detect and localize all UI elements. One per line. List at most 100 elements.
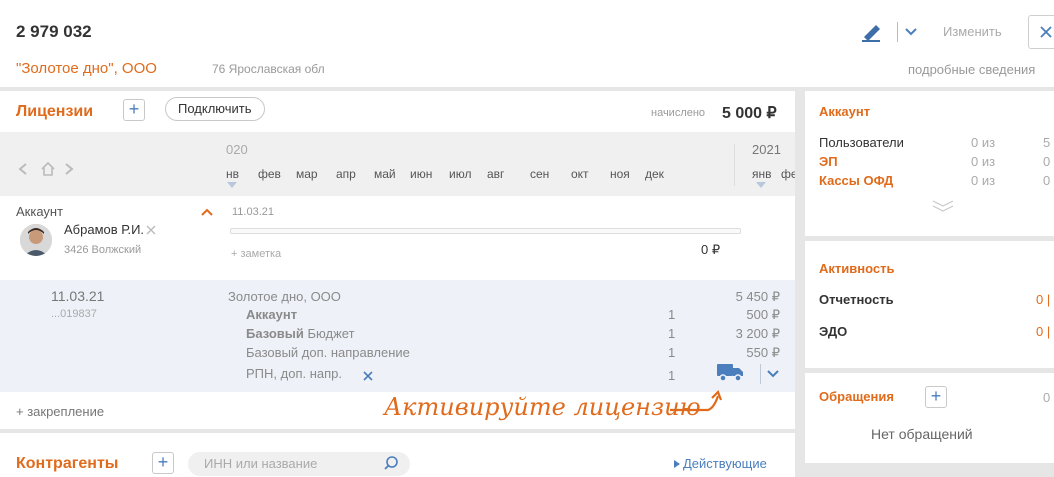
account-panel-title: Аккаунт	[819, 104, 871, 119]
licenses-title: Лицензии	[16, 103, 94, 120]
order-item-qty: 1	[668, 345, 676, 360]
company-name[interactable]: "Золотое дно", ООО	[16, 60, 157, 77]
order-item-price: 500 ₽	[746, 307, 780, 322]
expand-chevron-icon[interactable]	[931, 199, 955, 213]
contractors-card: Контрагенты + ИНН или название Действующ…	[0, 433, 795, 477]
account-row-label: Пользователи	[819, 135, 904, 150]
order-item-bold: Базовый	[246, 326, 304, 341]
company-region: 76 Ярославская обл	[212, 62, 325, 76]
month-label: июл	[449, 167, 472, 181]
activate-license-hint: Активируйте лицензию	[384, 393, 701, 421]
month-label: мар	[296, 167, 318, 181]
order-item-qty: 1	[668, 307, 676, 322]
add-contractor-button[interactable]: +	[152, 452, 174, 474]
pin-link[interactable]: + закрепление	[16, 404, 104, 419]
account-date: 11.03.21	[232, 206, 275, 218]
edit-pencil-icon[interactable]	[860, 22, 886, 42]
timeline-band	[0, 132, 795, 196]
order-item-qty: 1	[668, 326, 676, 341]
timeline-marker-icon	[227, 182, 237, 188]
month-label: фев	[258, 167, 281, 181]
activity-row-value: 0 | 0	[1036, 292, 1054, 307]
activity-row-label[interactable]: Отчетность	[819, 292, 894, 307]
accrued-label: начислено	[651, 107, 706, 119]
add-note-link[interactable]: + заметка	[231, 248, 281, 260]
chevron-down-icon[interactable]	[766, 367, 780, 379]
avatar	[20, 224, 52, 256]
account-row-extra: 5	[1043, 135, 1051, 150]
home-icon[interactable]	[40, 161, 56, 177]
timeline-track	[230, 228, 741, 234]
back-arrow-icon[interactable]	[16, 162, 30, 176]
account-row-extra: 0	[1043, 173, 1051, 188]
collapse-chevron-icon[interactable]	[200, 205, 214, 217]
activity-title: Активность	[819, 261, 895, 276]
month-label: авг	[487, 167, 505, 181]
order-item-price: 3 200 ₽	[735, 326, 780, 341]
account-row-value: 0 из	[971, 135, 996, 150]
month-label: янв	[752, 167, 772, 181]
chevron-down-icon[interactable]	[904, 25, 918, 37]
account-row-extra: 0	[1043, 154, 1051, 169]
timeline-divider	[734, 144, 735, 186]
remove-manager-icon[interactable]	[145, 223, 157, 235]
activity-row-value: 0 | 0	[1036, 324, 1054, 339]
search-placeholder: ИНН или название	[204, 456, 318, 471]
contract-number: 2 979 032	[16, 22, 92, 41]
month-label: фе	[781, 167, 795, 181]
edit-button[interactable]: Изменить	[943, 24, 1002, 39]
hint-arrow-icon	[668, 386, 723, 416]
account-row-value: 0 из	[971, 154, 996, 169]
add-license-button[interactable]: +	[123, 99, 145, 121]
account-row-label[interactable]: Кассы ОФД	[819, 173, 893, 188]
month-label: июн	[410, 167, 433, 181]
order-item-qty: 1	[668, 368, 676, 383]
triangle-right-icon	[674, 460, 680, 468]
order-item-name: Базовый Бюджет	[246, 326, 355, 341]
details-link[interactable]: подробные сведения	[908, 62, 1035, 77]
timeline-marker-icon	[756, 182, 766, 188]
month-label: апр	[336, 167, 356, 181]
activity-row-label[interactable]: ЭДО	[819, 324, 847, 339]
order-total: 5 450 ₽	[735, 289, 780, 304]
month-label: май	[374, 167, 396, 181]
month-label: нв	[226, 167, 240, 181]
appeals-count: 0	[1043, 390, 1051, 405]
order-item-name: Базовый доп. направление	[246, 345, 410, 360]
manager-name[interactable]: Абрамов Р.И.	[64, 222, 144, 237]
remove-item-icon[interactable]	[362, 369, 374, 381]
appeals-title: Обращения	[819, 389, 894, 404]
office-name: 3426 Волжский	[64, 244, 142, 256]
order-item-rest: Базовый доп. направление	[246, 345, 410, 360]
account-row-label[interactable]: ЭП	[819, 154, 838, 169]
month-label: ноя	[610, 167, 630, 181]
connect-button[interactable]: Подключить	[165, 97, 265, 121]
forward-arrow-icon[interactable]	[62, 162, 76, 176]
search-input[interactable]: ИНН или название	[188, 452, 410, 476]
account-panel: Аккаунт Пользователи 0 из 5 ЭП 0 из 0 Ка…	[805, 91, 1054, 236]
separator	[760, 364, 761, 384]
order-number: ...019837	[51, 308, 97, 320]
order-item-rest: РПН, доп. напр.	[246, 366, 342, 381]
close-button[interactable]	[1028, 15, 1054, 49]
order-item-bold: Аккаунт	[246, 307, 298, 322]
month-label: сен	[530, 167, 550, 181]
separator	[897, 22, 898, 42]
order-item-name: РПН, доп. напр.	[246, 366, 342, 381]
month-label: дек	[645, 167, 664, 181]
order-item-rest: Бюджет	[303, 326, 355, 341]
delivery-truck-icon[interactable]	[716, 360, 746, 382]
account-row-value: 0 из	[971, 173, 996, 188]
month-label: окт	[571, 167, 589, 181]
search-icon[interactable]	[383, 455, 399, 471]
order-item-price: 550 ₽	[746, 345, 780, 359]
add-appeal-button[interactable]: +	[925, 386, 947, 408]
appeals-empty-text: Нет обращений	[871, 426, 973, 442]
account-label: Аккаунт	[16, 204, 64, 219]
order-date: 11.03.21	[51, 288, 105, 304]
appeals-panel: Обращения + 0 Нет обращений	[805, 373, 1054, 463]
order-client: Золотое дно, ООО	[228, 289, 341, 304]
activity-panel: Активность Отчетность 0 | 0 ЭДО 0 | 0	[805, 241, 1054, 368]
account-amount: 0 ₽	[701, 242, 721, 257]
active-filter-link[interactable]: Действующие	[683, 456, 767, 471]
